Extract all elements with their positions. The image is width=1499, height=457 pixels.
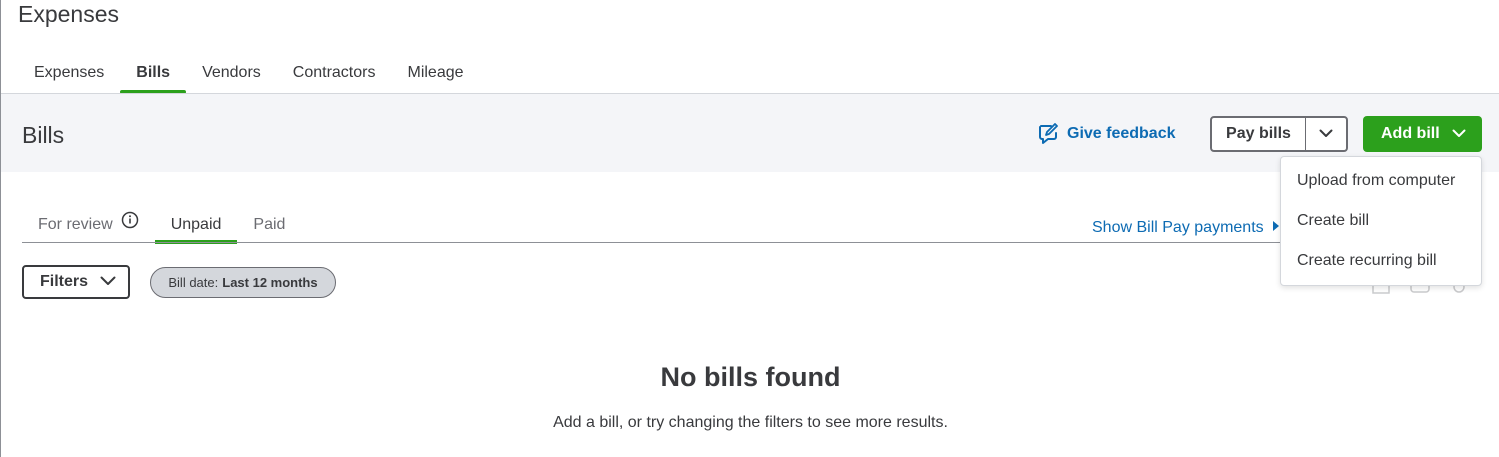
tab-vendors[interactable]: Vendors xyxy=(186,58,277,94)
filters-label: Filters xyxy=(40,273,89,290)
tab-for-review[interactable]: For review xyxy=(22,206,155,243)
chevron-down-icon xyxy=(100,273,116,291)
empty-state-title: No bills found xyxy=(660,362,841,392)
show-bill-pay-payments-link[interactable]: Show Bill Pay payments xyxy=(1092,216,1280,240)
give-feedback-link[interactable]: Give feedback xyxy=(1037,121,1176,147)
empty-state-subtitle: Add a bill, or try changing the filters … xyxy=(553,414,948,431)
bill-status-tabs: For review Unpaid Paid xyxy=(22,206,301,244)
bill-date-filter-chip[interactable]: Bill date: Last 12 months xyxy=(150,267,336,298)
feedback-icon xyxy=(1037,123,1059,145)
add-bill-button[interactable]: Add bill xyxy=(1363,116,1482,152)
caret-right-icon xyxy=(1272,219,1280,237)
pay-bills-button[interactable]: Pay bills xyxy=(1212,118,1306,150)
show-bill-pay-label: Show Bill Pay payments xyxy=(1092,219,1264,236)
menu-item-create-recurring-bill[interactable]: Create recurring bill xyxy=(1281,245,1481,285)
chip-value: Last 12 months xyxy=(222,275,318,290)
page-title: Expenses xyxy=(18,1,120,27)
tab-expenses[interactable]: Expenses xyxy=(18,58,120,94)
add-bill-menu: Upload from computer Create bill Create … xyxy=(1280,156,1482,286)
app-frame: Expenses Expenses Bills Vendors Contract… xyxy=(0,0,1499,457)
chip-key: Bill date: xyxy=(168,275,219,290)
chevron-down-icon xyxy=(1319,125,1333,143)
section-title: Bills xyxy=(22,122,65,148)
tab-bills[interactable]: Bills xyxy=(120,58,186,94)
sub-tabs-divider xyxy=(22,242,1284,243)
tab-mileage[interactable]: Mileage xyxy=(391,58,479,94)
menu-item-upload-from-computer[interactable]: Upload from computer xyxy=(1281,165,1481,205)
pay-bills-dropdown-toggle[interactable] xyxy=(1306,118,1346,150)
chevron-down-icon xyxy=(1452,125,1466,143)
menu-item-create-bill[interactable]: Create bill xyxy=(1281,205,1481,245)
tab-for-review-label: For review xyxy=(38,215,113,233)
pay-bills-split-button: Pay bills xyxy=(1210,116,1348,152)
tab-unpaid[interactable]: Unpaid xyxy=(154,206,238,244)
filters-button[interactable]: Filters xyxy=(22,265,130,299)
tab-contractors[interactable]: Contractors xyxy=(277,58,392,94)
add-bill-label: Add bill xyxy=(1381,125,1440,142)
info-icon[interactable] xyxy=(121,207,139,243)
give-feedback-label: Give feedback xyxy=(1067,125,1176,142)
tab-paid[interactable]: Paid xyxy=(237,206,301,243)
top-tabs: Expenses Bills Vendors Contractors Milea… xyxy=(18,58,480,94)
